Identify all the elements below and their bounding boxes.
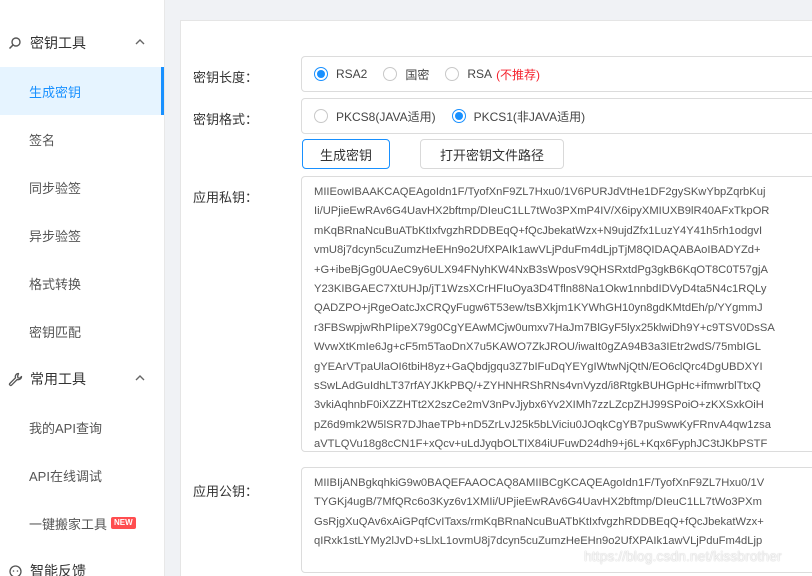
sidebar-item-sync-verify[interactable]: 同步验签 <box>0 163 164 211</box>
new-badge: NEW <box>111 517 136 529</box>
sidebar-item-my-api[interactable]: 我的API查询 <box>0 403 164 451</box>
radio-dot <box>314 109 328 123</box>
private-key-textarea[interactable]: MIIEowIBAAKCAQEAgoIdn1F/TyofXnF9ZL7Hxu0/… <box>301 176 812 452</box>
sidebar-item-migrate-tool[interactable]: 一键搬家工具 NEW <box>0 499 164 547</box>
radio-label: RSA2 <box>336 67 368 81</box>
key-line: Y23KIBGAEC7XtUHJp/jT1WzsXCrHFIuOya3D4Tfl… <box>314 283 767 296</box>
menu-group-label: 智能反馈 <box>30 563 86 576</box>
chevron-up-icon <box>134 372 146 384</box>
radio-dot <box>445 67 460 81</box>
menu-group-label: 密钥工具 <box>30 35 86 51</box>
key-format-label: 密钥格式： <box>193 112 259 127</box>
search-icon <box>6 34 24 52</box>
sidebar-item-label: 同步验签 <box>29 180 82 196</box>
watermark: https://blog.csdn.net/kissbrother <box>584 548 782 564</box>
key-line: gYEArVTpaUlaOI6tbiH8yz+GaQbdjgqu3Z7bIFuD… <box>314 360 763 373</box>
key-line: sSwLAdGuIdhLT37rfAYJKkPBQ/+ZYHNHRShRNs4v… <box>314 380 761 393</box>
sidebar-item-sign[interactable]: 签名 <box>0 115 164 163</box>
sidebar-item-label: 我的API查询 <box>29 420 102 436</box>
key-line: GsRjgXuQAv6xAiGPqfCvITaxs/rmKqBRnaNcuBuA… <box>314 515 764 528</box>
sidebar-item-generate-key[interactable]: 生成密钥 <box>0 67 164 115</box>
radio-rsa2[interactable]: RSA2 <box>314 67 367 81</box>
key-line: 3vkiAqhnbF0iXZZHTt2X2szCe2mV3nPvJjybx6Yv… <box>314 399 764 412</box>
sidebar-item-label: 签名 <box>29 132 56 148</box>
key-line: TYGKj4ugB/7MfQRc6o3Kyz6v1XMIi/UPjieEwRAv… <box>314 496 762 509</box>
key-line: Ii/UPjieEwRAv6G4UavHX2bftmp/DIeuC1LL7tWo… <box>314 205 770 218</box>
sidebar-item-format-convert[interactable]: 格式转换 <box>0 259 164 307</box>
sidebar-item-label: 异步验签 <box>29 228 82 244</box>
key-format-radio-group: PKCS8(JAVA适用) PKCS1(非JAVA适用) <box>302 99 812 133</box>
key-line: aVTLQVu18g8cCN1F+xQcv+uLdJyqbOLTIX84iUFu… <box>314 438 768 451</box>
radio-dot <box>451 109 466 123</box>
main-content: 密钥长度： RSA2 国密 RSA (不推荐) 密钥格式： PKCS8(JAVA… <box>180 20 812 576</box>
key-line: r3FBSwpjwRhPIipeX79g0CgYEAwMCjw0umxv7HaJ… <box>314 321 775 334</box>
sidebar: 密钥工具 生成密钥 签名 同步验签 异步验签 格式转换 密钥匹配 常用工具 我的… <box>0 0 165 576</box>
key-line: mKqBRnaNcuBuATbKtIxfvgzhRDDBEqQ+fQcJbeka… <box>314 224 763 237</box>
not-recommended-note: (不推荐) <box>496 67 541 82</box>
menu-group-common-tools[interactable]: 常用工具 <box>0 355 164 403</box>
radio-rsa[interactable]: RSA (不推荐) <box>445 66 540 83</box>
sidebar-item-label: 格式转换 <box>29 276 82 292</box>
key-length-label: 密钥长度： <box>193 70 259 85</box>
sidebar-item-label: 一键搬家工具 <box>29 516 108 532</box>
radio-label: PKCS8(JAVA适用) <box>336 109 436 124</box>
key-length-radio-group: RSA2 国密 RSA (不推荐) <box>302 57 812 91</box>
public-key-label: 应用公钥： <box>193 484 259 499</box>
key-format-field: PKCS8(JAVA适用) PKCS1(非JAVA适用) <box>301 98 812 134</box>
feedback-icon <box>6 562 24 576</box>
radio-label: 国密 <box>405 67 430 82</box>
menu-group-label: 常用工具 <box>30 371 86 387</box>
radio-sm2[interactable]: 国密 <box>383 66 429 83</box>
radio-label: RSA <box>467 67 493 81</box>
key-line: MIIEowIBAAKCAQEAgoIdn1F/TyofXnF9ZL7Hxu0/… <box>314 186 766 198</box>
sidebar-item-label: API在线调试 <box>29 468 102 484</box>
sidebar-item-api-debug[interactable]: API在线调试 <box>0 451 164 499</box>
wrench-icon <box>6 370 24 388</box>
menu-group-feedback[interactable]: 智能反馈 <box>0 547 164 576</box>
radio-label: PKCS1(非JAVA适用) <box>473 109 586 124</box>
key-line: vmU8j7dcyn5cuZumzHeEHn9o2UfXPAIk1awVLjPd… <box>314 244 761 257</box>
generate-key-button[interactable]: 生成密钥 <box>302 139 390 169</box>
open-key-path-button[interactable]: 打开密钥文件路径 <box>420 139 564 169</box>
key-line: MIIBIjANBgkqhkiG9w0BAQEFAAOCAQ8AMIIBCgKC… <box>314 477 765 489</box>
key-line: WvwXtKmIe6Jg+cF5m5TaoDnX7u5KAWO7ZkJROU/i… <box>314 341 761 354</box>
sidebar-item-async-verify[interactable]: 异步验签 <box>0 211 164 259</box>
layout-gap <box>165 0 180 576</box>
key-line: +G+ibeBjGg0UAeC9y6ULX94FNyhKW4NxB3sWposV… <box>314 263 768 276</box>
key-line: QADZPO+jRgeOatcJxCRQyFugw6T53ew/tsBXkjm1… <box>314 302 763 315</box>
sidebar-item-key-match[interactable]: 密钥匹配 <box>0 307 164 355</box>
radio-dot <box>314 67 328 81</box>
radio-pkcs8[interactable]: PKCS8(JAVA适用) <box>314 108 436 125</box>
radio-pkcs1[interactable]: PKCS1(非JAVA适用) <box>451 108 586 125</box>
chevron-up-icon <box>134 36 146 48</box>
key-length-field: RSA2 国密 RSA (不推荐) <box>301 56 812 92</box>
sidebar-item-label: 密钥匹配 <box>29 324 82 340</box>
key-line: pZ6d9mk2W5lSR7DJhaeTPb+nD5ZrLvJ25k5bLVic… <box>314 418 771 431</box>
menu-group-key-tools[interactable]: 密钥工具 <box>0 19 164 67</box>
radio-dot <box>383 67 398 81</box>
sidebar-item-label: 生成密钥 <box>29 84 82 100</box>
private-key-label: 应用私钥： <box>193 190 259 205</box>
